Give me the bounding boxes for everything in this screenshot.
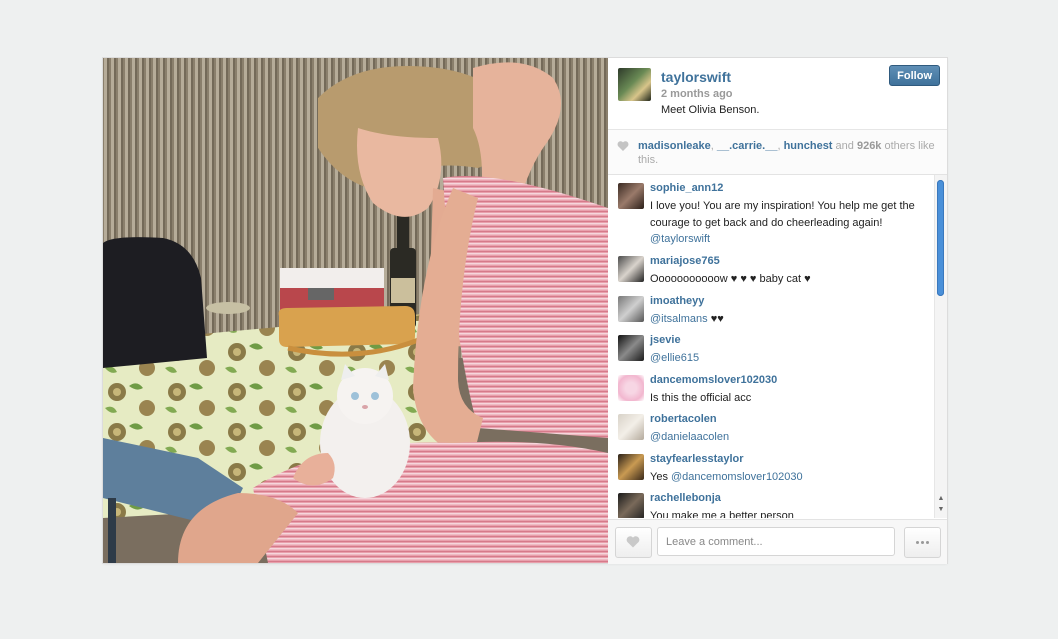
post-photo[interactable] — [103, 58, 608, 563]
post-timestamp: 2 months ago — [661, 88, 733, 100]
comment-input[interactable] — [657, 527, 895, 556]
commenter-avatar[interactable] — [618, 335, 644, 361]
comment-text: @itsalmans ♥♥ — [650, 311, 930, 328]
comment-mention[interactable]: @dancemomslover102030 — [671, 471, 803, 483]
comment-mention[interactable]: @ellie615 — [650, 352, 699, 364]
author-username[interactable]: taylorswift — [661, 69, 731, 85]
post-header: taylorswift 2 months ago Meet Olivia Ben… — [608, 58, 947, 130]
comment-text: Ooooooooooow ♥ ♥ ♥ baby cat ♥ — [650, 271, 930, 288]
comment-username[interactable]: robertacolen — [650, 413, 717, 425]
comment-body: Is this the official acc — [650, 392, 752, 404]
comment-mention[interactable]: @taylorswift — [650, 233, 710, 245]
comment-body: ♥♥ — [707, 313, 724, 325]
comment-username[interactable]: dancemomslover102030 — [650, 374, 777, 386]
comment-text: @ellie615 — [650, 350, 930, 367]
scroll-up-arrow-icon[interactable]: ▲ — [937, 495, 945, 503]
post-card: taylorswift 2 months ago Meet Olivia Ben… — [103, 58, 947, 564]
comment-body: You make me a better person — [650, 510, 794, 518]
comment-text: Is this the official acc — [650, 390, 930, 407]
liker-link[interactable]: __.carrie.__ — [717, 140, 778, 152]
commenter-avatar[interactable] — [618, 375, 644, 401]
photo-illustration — [103, 58, 608, 563]
ellipsis-icon — [916, 541, 919, 544]
comment-username[interactable]: stayfearlesstaylor — [650, 453, 744, 465]
likes-text: madisonleake, __.carrie.__, hunchest and… — [638, 139, 938, 167]
commenter-avatar[interactable] — [618, 296, 644, 322]
comment-username[interactable]: sophie_ann12 — [650, 182, 723, 194]
comment-text: I love you! You are my inspiration! You … — [650, 198, 930, 248]
likes-and: and — [832, 140, 857, 152]
commenter-avatar[interactable] — [618, 256, 644, 282]
commenter-avatar[interactable] — [618, 454, 644, 480]
scrollbar-thumb[interactable] — [937, 180, 944, 296]
comment-text: You make me a better person — [650, 508, 930, 518]
comments-scrollbar[interactable]: ▲ ▼ — [934, 175, 947, 518]
scroll-down-arrow-icon[interactable]: ▼ — [937, 506, 945, 514]
comment-username[interactable]: jsevie — [650, 334, 681, 346]
comment-username[interactable]: mariajose765 — [650, 255, 720, 267]
comment-footer — [608, 519, 947, 564]
comment-text: Yes @dancemomslover102030 — [650, 469, 930, 486]
comment-username[interactable]: imoatheyy — [650, 295, 704, 307]
likes-count[interactable]: 926k — [857, 140, 881, 152]
heart-icon — [626, 536, 640, 548]
comment-body: Ooooooooooow ♥ ♥ ♥ baby cat ♥ — [650, 273, 811, 285]
comment-body: I love you! You are my inspiration! You … — [650, 200, 915, 229]
ellipsis-icon — [921, 541, 924, 544]
post-side-panel: taylorswift 2 months ago Meet Olivia Ben… — [608, 58, 947, 564]
like-button[interactable] — [615, 527, 652, 558]
commenter-avatar[interactable] — [618, 414, 644, 440]
commenter-avatar[interactable] — [618, 493, 644, 518]
likes-summary: madisonleake, __.carrie.__, hunchest and… — [608, 130, 947, 175]
author-avatar[interactable] — [618, 68, 651, 101]
comment-mention[interactable]: @itsalmans — [650, 313, 708, 325]
comment-text: @danielaacolen — [650, 429, 930, 446]
follow-button[interactable]: Follow — [889, 65, 940, 86]
liker-link[interactable]: madisonleake — [638, 140, 711, 152]
heart-icon — [617, 141, 629, 151]
liker-link[interactable]: hunchest — [784, 140, 833, 152]
commenter-avatar[interactable] — [618, 183, 644, 209]
comments-list[interactable]: sophie_ann12 I love you! You are my insp… — [608, 175, 938, 518]
comment-mention[interactable]: @danielaacolen — [650, 431, 729, 443]
more-options-button[interactable] — [904, 527, 941, 558]
comment-body: Yes — [650, 471, 672, 483]
comment-username[interactable]: rachellebonja — [650, 492, 721, 504]
ellipsis-icon — [926, 541, 929, 544]
post-caption: Meet Olivia Benson. — [661, 104, 760, 116]
